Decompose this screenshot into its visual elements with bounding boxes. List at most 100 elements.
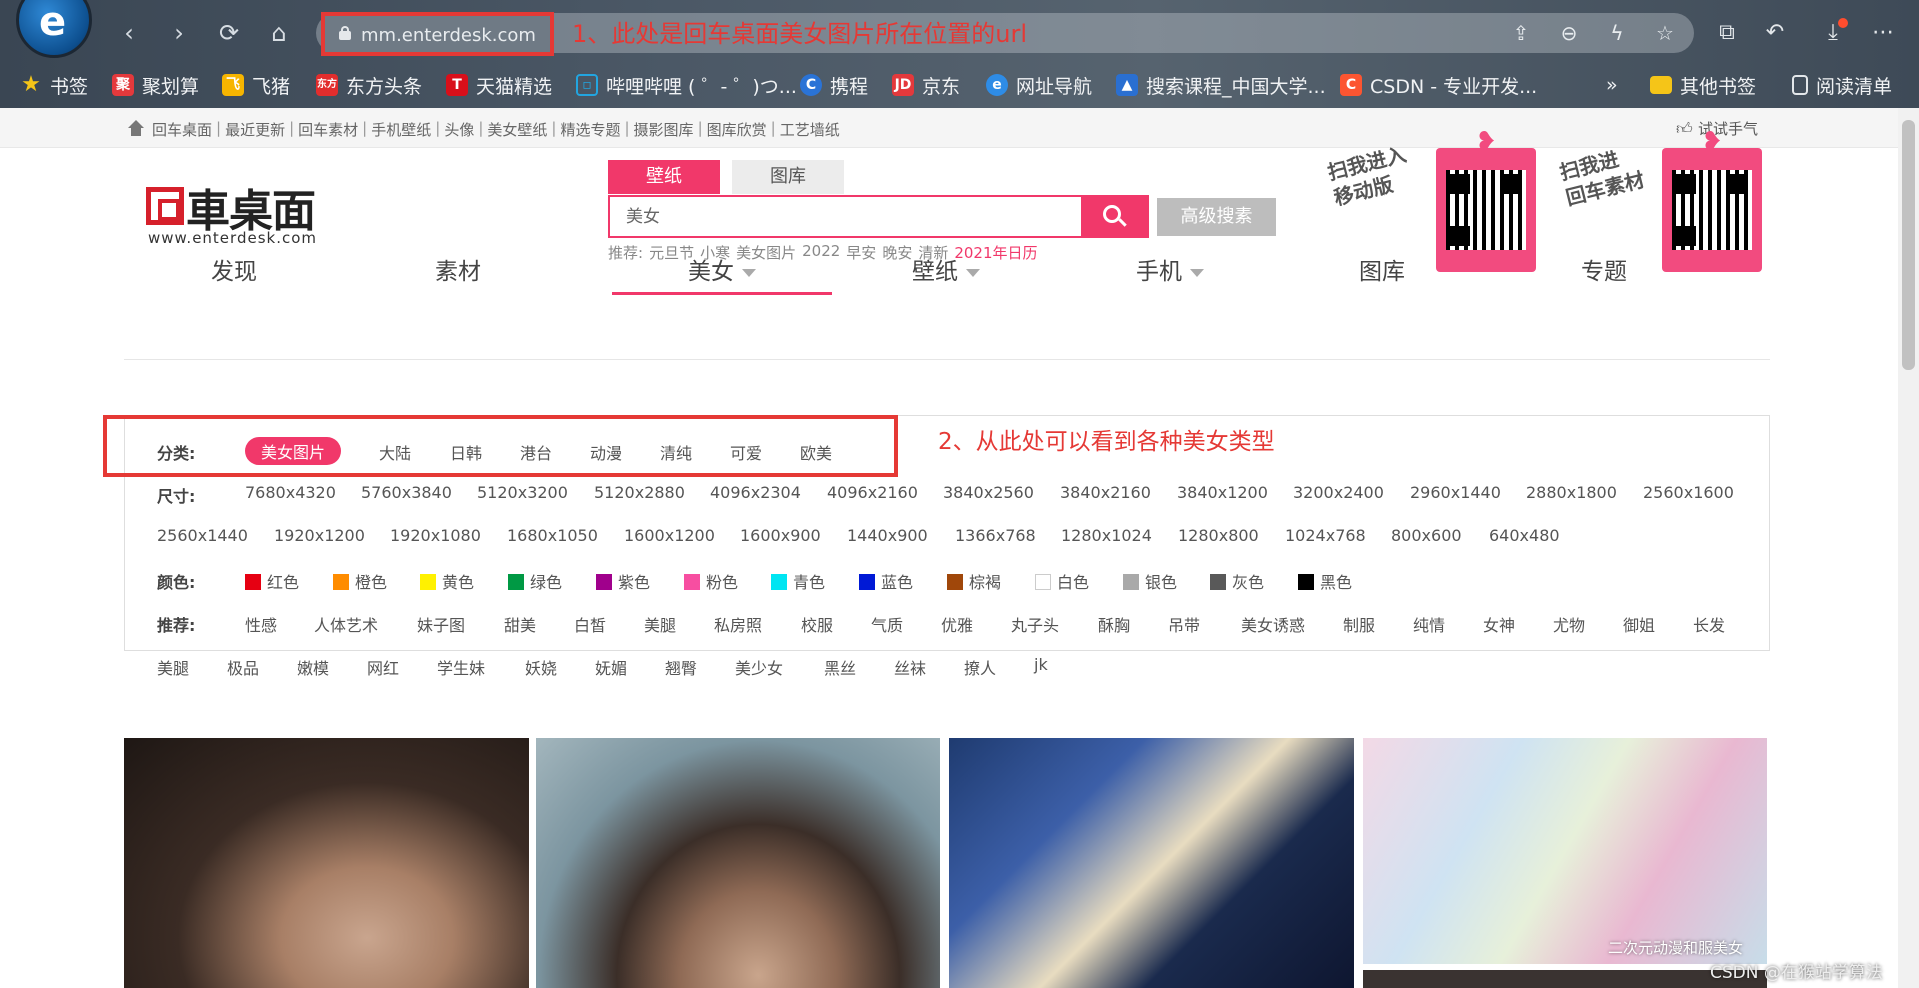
gallery-image[interactable] xyxy=(1363,970,1767,988)
size-item[interactable]: 640x480 xyxy=(1489,526,1560,545)
color-item[interactable]: 蓝色 xyxy=(859,569,913,593)
tag-item[interactable]: 美少女 xyxy=(735,655,783,679)
tag-item[interactable]: 翘臀 xyxy=(665,655,697,679)
bookmark-item[interactable]: T 天猫精选 xyxy=(446,72,552,98)
nav-material[interactable]: 素材 xyxy=(348,253,568,293)
top-link[interactable]: 美女壁纸 xyxy=(487,119,547,140)
advanced-search-button[interactable]: 高级搜素 xyxy=(1157,198,1276,236)
nav-gallery[interactable]: 图库 xyxy=(1272,253,1492,293)
more-bookmarks-button[interactable]: » xyxy=(1606,72,1618,98)
tag-item[interactable]: 妩媚 xyxy=(595,655,627,679)
color-item[interactable]: 绿色 xyxy=(508,569,562,593)
tag-item[interactable]: 美女诱惑 xyxy=(1241,612,1305,636)
size-item[interactable]: 5120x3200 xyxy=(477,483,568,502)
color-item[interactable]: 灰色 xyxy=(1210,569,1264,593)
size-item[interactable]: 5120x2880 xyxy=(594,483,685,502)
bookmark-item[interactable]: ★ 书签 xyxy=(20,72,88,98)
tag-item[interactable]: 校服 xyxy=(801,612,833,636)
size-item[interactable]: 1680x1050 xyxy=(507,526,598,545)
undo-icon[interactable]: ↶ xyxy=(1760,18,1790,48)
size-item[interactable]: 1600x1200 xyxy=(624,526,715,545)
top-link[interactable]: 手机壁纸 xyxy=(371,119,431,140)
top-link[interactable]: 最近更新 xyxy=(225,119,285,140)
size-item[interactable]: 2960x1440 xyxy=(1410,483,1501,502)
home-icon[interactable]: ⌂ xyxy=(262,16,296,50)
size-item[interactable]: 1440x900 xyxy=(847,526,928,545)
tag-item[interactable]: 吊带 xyxy=(1168,612,1200,636)
tag-item[interactable]: 优雅 xyxy=(941,612,973,636)
color-item[interactable]: 红色 xyxy=(245,569,299,593)
tag-item[interactable]: 甜美 xyxy=(504,612,536,636)
category-item[interactable]: 大陆 xyxy=(379,440,411,464)
tag-item[interactable]: 白皙 xyxy=(574,612,606,636)
category-item[interactable]: 欧美 xyxy=(800,440,832,464)
bookmark-item[interactable]: e 网址导航 xyxy=(986,72,1092,98)
color-item[interactable]: 银色 xyxy=(1123,569,1177,593)
size-item[interactable]: 7680x4320 xyxy=(245,483,336,502)
other-bookmarks[interactable]: 其他书签 xyxy=(1650,72,1756,98)
refresh-icon[interactable]: ⟳ xyxy=(212,16,246,50)
gallery-image[interactable] xyxy=(1363,738,1767,964)
color-item[interactable]: 橙色 xyxy=(333,569,387,593)
zoom-out-icon[interactable]: ⊖ xyxy=(1556,20,1582,46)
category-item[interactable]: 港台 xyxy=(520,440,552,464)
size-item[interactable]: 800x600 xyxy=(1391,526,1462,545)
top-link[interactable]: 头像 xyxy=(444,119,474,140)
search-button[interactable] xyxy=(1081,195,1149,238)
size-item[interactable]: 1600x900 xyxy=(740,526,821,545)
bookmark-item[interactable]: ▫ 哔哩哔哩 ( ゜- ゜)つ... xyxy=(576,72,797,98)
star-icon[interactable]: ☆ xyxy=(1652,20,1678,46)
url-text[interactable]: mm.enterdesk.com xyxy=(361,25,536,46)
size-item[interactable]: 1366x768 xyxy=(955,526,1036,545)
tag-item[interactable]: 酥胸 xyxy=(1098,612,1130,636)
tag-item[interactable]: 纯情 xyxy=(1413,612,1445,636)
color-item[interactable]: 棕褐 xyxy=(947,569,1001,593)
size-item[interactable]: 3840x1200 xyxy=(1177,483,1268,502)
tag-item[interactable]: 制服 xyxy=(1343,612,1375,636)
size-item[interactable]: 2880x1800 xyxy=(1526,483,1617,502)
scrollbar-thumb[interactable] xyxy=(1902,120,1915,370)
tab-gallery[interactable]: 图库 xyxy=(732,160,844,194)
tag-item[interactable]: 学生妹 xyxy=(437,655,485,679)
site-logo[interactable]: 車桌面 www.enterdesk.com xyxy=(146,175,336,247)
bookmark-item[interactable]: C CSDN - 专业开发... xyxy=(1340,72,1537,98)
forward-icon[interactable]: › xyxy=(162,16,196,50)
scrollbar[interactable] xyxy=(1898,108,1919,988)
top-link[interactable]: 精选专题 xyxy=(560,119,620,140)
color-item[interactable]: 黄色 xyxy=(420,569,474,593)
top-link[interactable]: 图库欣赏 xyxy=(707,119,767,140)
tag-item[interactable]: 性感 xyxy=(245,612,277,636)
nav-discover[interactable]: 发现 xyxy=(124,253,344,293)
size-item[interactable]: 1280x800 xyxy=(1178,526,1259,545)
tag-item[interactable]: 尤物 xyxy=(1553,612,1585,636)
tag-item[interactable]: 美腿 xyxy=(644,612,676,636)
bookmark-item[interactable]: 东方 东方头条 xyxy=(316,72,422,98)
share-icon[interactable]: ⇪ xyxy=(1508,20,1534,46)
gallery-image[interactable] xyxy=(949,738,1354,988)
size-item[interactable]: 1024x768 xyxy=(1285,526,1366,545)
extensions-icon[interactable]: ⧉ xyxy=(1712,18,1742,48)
tag-item[interactable]: 长发 xyxy=(1693,612,1725,636)
top-link[interactable]: 回车桌面 xyxy=(152,119,212,140)
top-link[interactable]: 工艺墙纸 xyxy=(780,119,840,140)
color-item[interactable]: 白色 xyxy=(1035,569,1089,593)
search-input[interactable]: 美女 xyxy=(608,195,1082,238)
size-item[interactable]: 3200x2400 xyxy=(1293,483,1384,502)
size-item[interactable]: 1920x1080 xyxy=(390,526,481,545)
nav-beauty[interactable]: 美女 xyxy=(612,253,832,295)
tag-item[interactable]: 气质 xyxy=(871,612,903,636)
size-item[interactable]: 2560x1600 xyxy=(1643,483,1734,502)
color-item[interactable]: 粉色 xyxy=(684,569,738,593)
color-item[interactable]: 紫色 xyxy=(596,569,650,593)
tag-item[interactable]: 美腿 xyxy=(157,655,189,679)
bookmark-item[interactable]: JD 京东 xyxy=(892,72,960,98)
lightning-icon[interactable]: ϟ xyxy=(1604,20,1630,46)
download-icon[interactable]: ⤓ xyxy=(1818,18,1848,48)
size-item[interactable]: 4096x2160 xyxy=(827,483,918,502)
tag-item[interactable]: 丝袜 xyxy=(894,655,926,679)
size-item[interactable]: 3840x2560 xyxy=(943,483,1034,502)
tag-item[interactable]: 女神 xyxy=(1483,612,1515,636)
color-item[interactable]: 黑色 xyxy=(1298,569,1352,593)
tag-item[interactable]: 私房照 xyxy=(714,612,762,636)
nav-topics[interactable]: 专题 xyxy=(1494,253,1714,293)
